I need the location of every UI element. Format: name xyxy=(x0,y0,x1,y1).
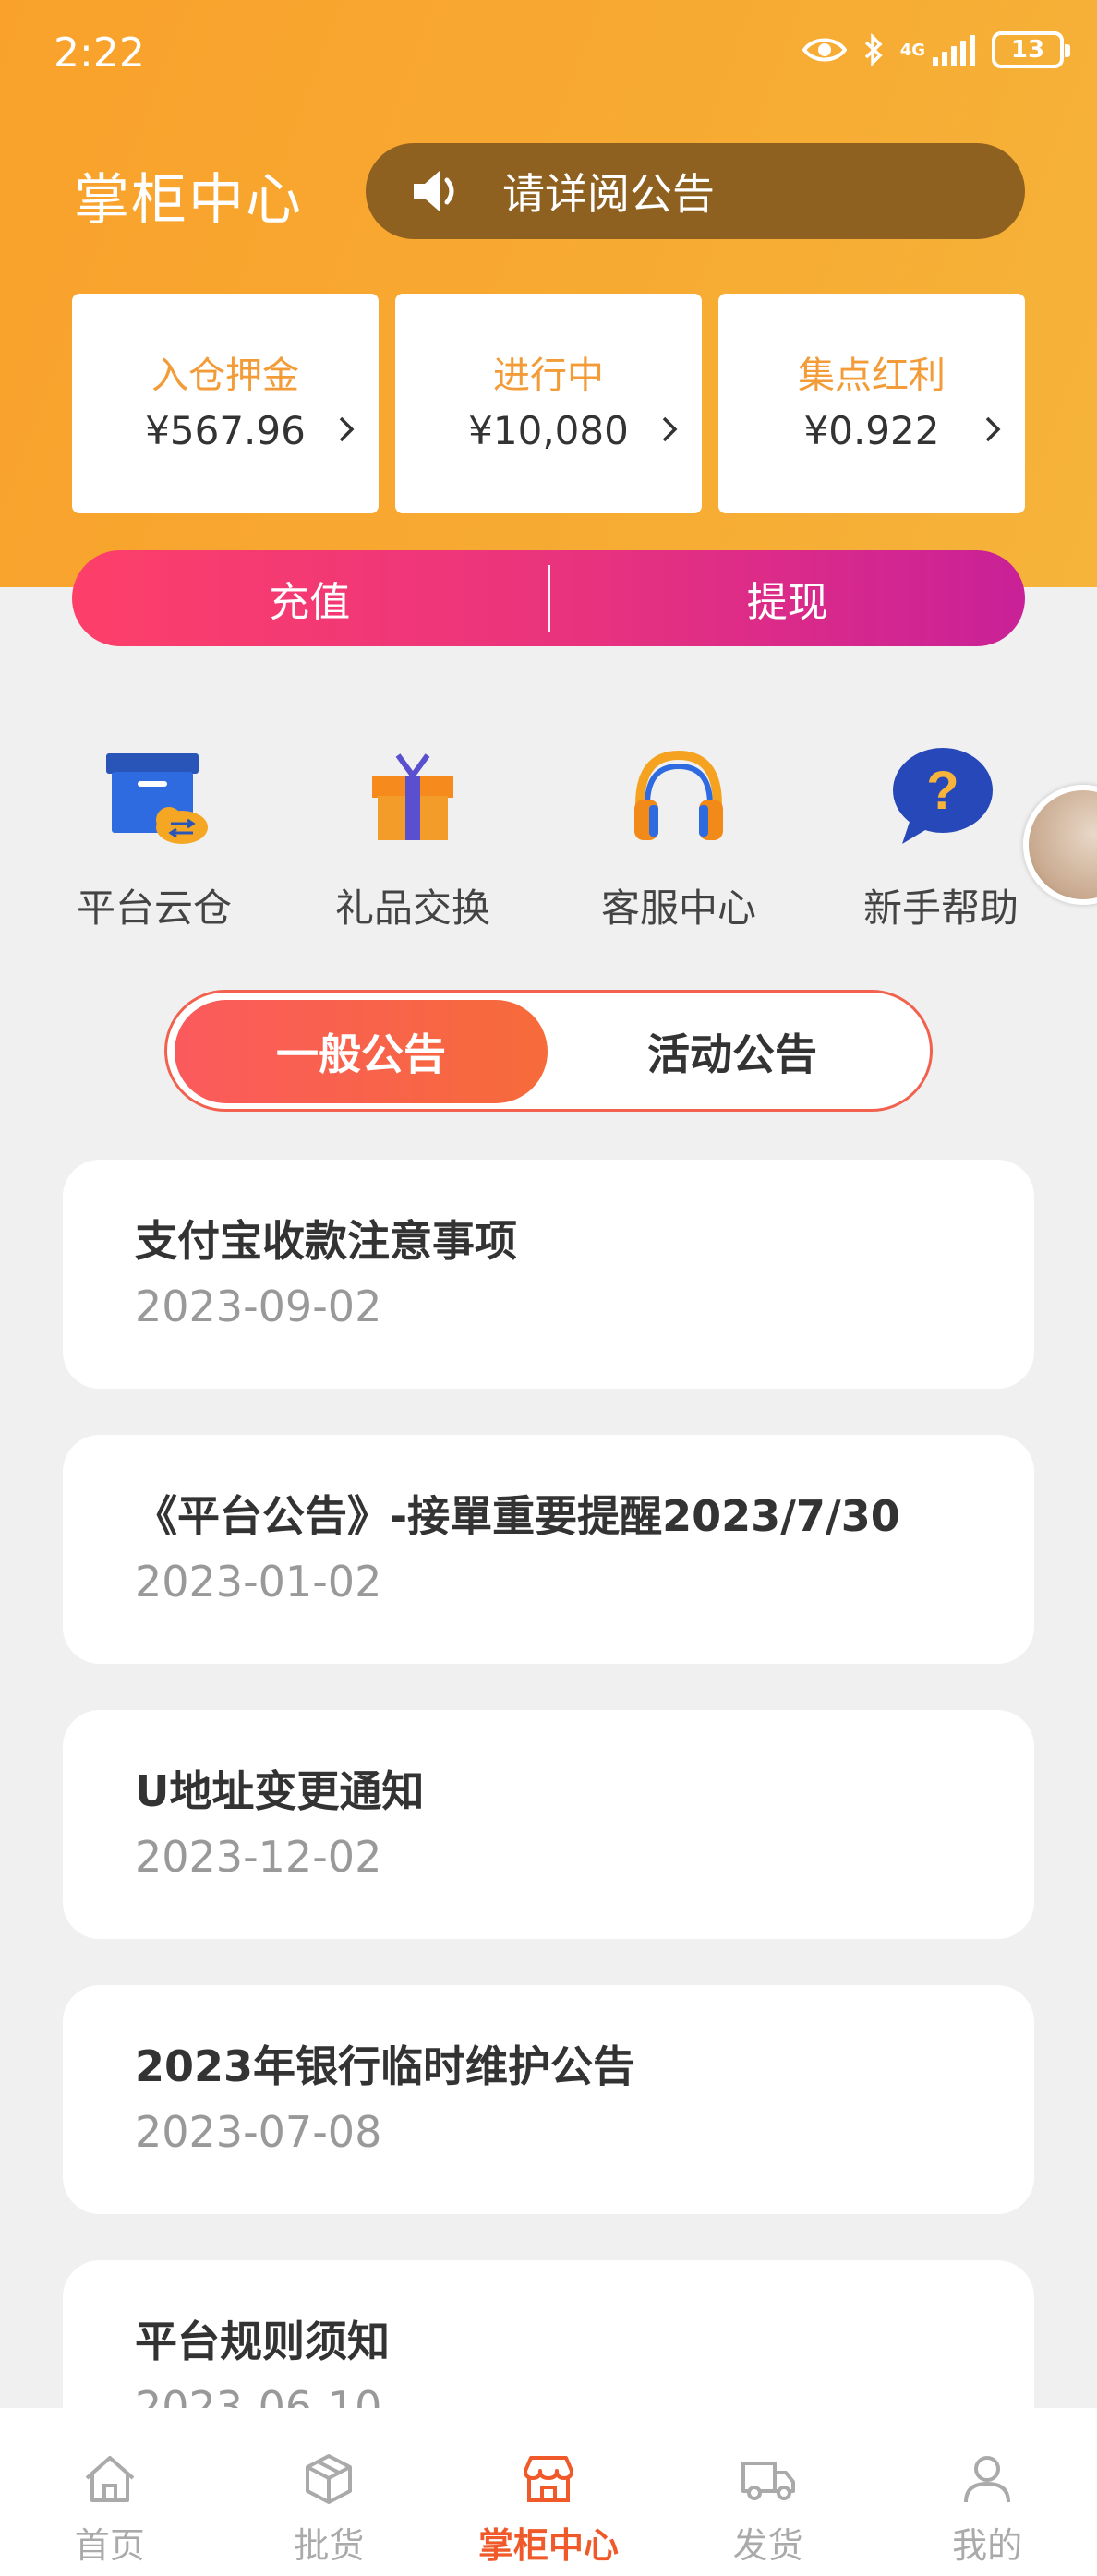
announcement-date: 2023-12-02 xyxy=(135,1832,382,1882)
headset-icon xyxy=(634,750,723,840)
stat-value: ¥567.96 xyxy=(145,408,306,453)
stat-value: ¥0.922 xyxy=(803,408,940,453)
quick-label: 新手帮助 xyxy=(862,885,1019,931)
announcement-date: 2023-07-08 xyxy=(135,2107,382,2157)
stat-card-deposit[interactable]: 入仓押金 ¥567.96 xyxy=(72,294,379,513)
nav-label: 批货 xyxy=(294,2525,365,2566)
stat-label: 集点红利 xyxy=(798,355,946,397)
speaker-icon xyxy=(414,171,454,211)
stat-label: 进行中 xyxy=(493,355,604,397)
nav-shopkeeper-center[interactable]: 掌柜中心 xyxy=(439,2408,658,2576)
quick-item-cloud-warehouse[interactable]: 平台云仓 xyxy=(48,739,260,933)
stat-card-bonus[interactable]: 集点红利 ¥0.922 xyxy=(718,294,1025,513)
stat-label: 入仓押金 xyxy=(151,355,299,397)
chevron-right-icon xyxy=(662,416,678,442)
nav-shipping[interactable]: 发货 xyxy=(658,2408,878,2576)
box-icon xyxy=(306,2454,353,2504)
bluetooth-icon xyxy=(864,33,883,66)
withdraw-button[interactable]: 提现 xyxy=(550,569,1026,628)
quick-label: 客服中心 xyxy=(600,885,756,931)
stat-value: ¥10,080 xyxy=(468,408,629,453)
announcement-title: U地址变更通知 xyxy=(135,1766,425,1816)
bottom-nav: 首页 批货 掌柜中心 发货 我的 xyxy=(0,2408,1097,2576)
svg-text:?: ? xyxy=(926,761,958,821)
nav-label: 我的 xyxy=(952,2525,1023,2566)
announcement-title: 支付宝收款注意事项 xyxy=(135,1216,517,1266)
battery-icon: 13 xyxy=(992,31,1070,68)
help-bubble-icon: ? xyxy=(893,748,993,844)
gift-icon xyxy=(372,753,453,840)
announcement-card[interactable]: 2023年银行临时维护公告 2023-07-08 xyxy=(63,1985,1034,2214)
status-time: 2:22 xyxy=(54,30,145,77)
home-icon xyxy=(85,2456,135,2502)
notice-label: 请详阅公告 xyxy=(502,169,715,219)
quick-item-gift-exchange[interactable]: 礼品交换 xyxy=(307,739,519,933)
stat-card-in-progress[interactable]: 进行中 ¥10,080 xyxy=(395,294,702,513)
store-icon xyxy=(523,2456,573,2502)
nav-mine[interactable]: 我的 xyxy=(877,2408,1097,2576)
announcement-card[interactable]: U地址变更通知 2023-12-02 xyxy=(63,1710,1034,1939)
person-icon xyxy=(964,2456,1011,2503)
quick-label: 礼品交换 xyxy=(334,885,490,931)
truck-icon xyxy=(741,2462,795,2500)
quick-item-customer-service[interactable]: 客服中心 xyxy=(573,739,785,933)
chevron-right-icon xyxy=(339,416,355,442)
eye-icon xyxy=(802,38,847,62)
announcement-title: 《平台公告》-接單重要提醒2023/7/30 xyxy=(135,1491,900,1541)
nav-wholesale[interactable]: 批货 xyxy=(220,2408,440,2576)
nav-label: 掌柜中心 xyxy=(477,2525,619,2566)
announcement-date: 2023-01-02 xyxy=(135,1557,382,1607)
chevron-right-icon xyxy=(985,416,1001,442)
announcement-title: 平台规则须知 xyxy=(135,2317,390,2366)
divider xyxy=(547,565,550,632)
nav-label: 发货 xyxy=(732,2525,803,2566)
tab-general[interactable]: 一般公告 xyxy=(175,1000,548,1103)
quick-label: 平台云仓 xyxy=(76,885,232,931)
recharge-button[interactable]: 充值 xyxy=(72,569,548,628)
network-type: 4G xyxy=(899,40,925,60)
page-title: 掌柜中心 xyxy=(74,168,303,233)
nav-home[interactable]: 首页 xyxy=(0,2408,220,2576)
announcement-title: 2023年银行临时维护公告 xyxy=(135,2041,636,2091)
signal-icon xyxy=(933,33,975,66)
cloud-warehouse-icon xyxy=(106,753,208,844)
status-icons: 4G 13 xyxy=(802,31,1070,68)
nav-label: 首页 xyxy=(74,2525,145,2566)
status-bar: 2:22 4G 13 xyxy=(0,0,1097,111)
announcement-card[interactable]: 《平台公告》-接單重要提醒2023/7/30 2023-01-02 xyxy=(63,1435,1034,1664)
quick-item-help[interactable]: ? 新手帮助 xyxy=(835,739,1047,933)
announcement-tabs: 一般公告 活动公告 xyxy=(164,990,933,1112)
announcement-card[interactable]: 支付宝收款注意事项 2023-09-02 xyxy=(63,1160,1034,1389)
notice-button[interactable]: 请详阅公告 xyxy=(366,143,1025,239)
action-bar: 充值 提现 xyxy=(72,550,1025,646)
announcement-date: 2023-09-02 xyxy=(135,1282,382,1331)
battery-level: 13 xyxy=(1010,36,1045,64)
tab-activity[interactable]: 活动公告 xyxy=(546,1000,919,1103)
